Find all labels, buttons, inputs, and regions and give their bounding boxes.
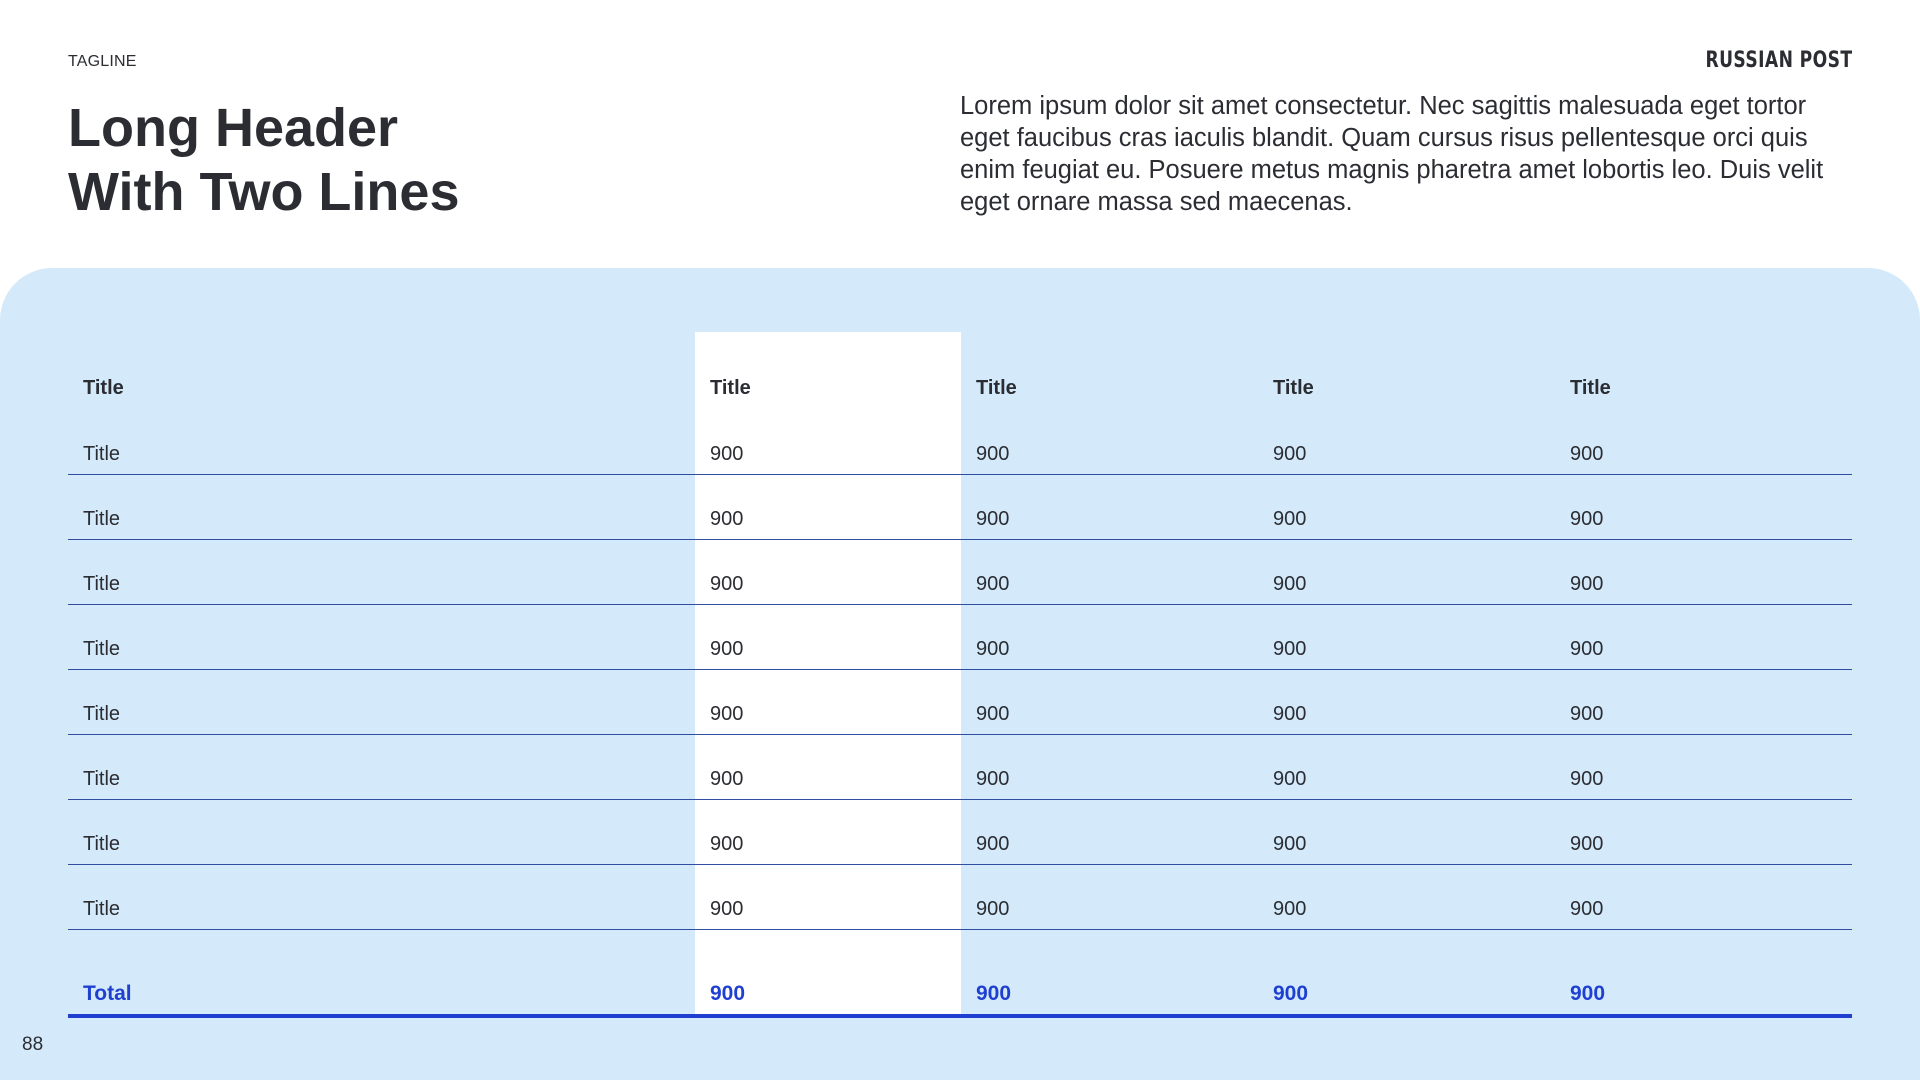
total-value: 900 — [976, 982, 1012, 1005]
table-cell: 900 — [976, 833, 1010, 855]
row-label: Title — [83, 638, 121, 660]
table-row: Title 900 900 900 900 — [68, 410, 1852, 475]
table-cell: 900 — [1273, 703, 1307, 725]
row-label: Title — [83, 833, 121, 855]
total-value: 900 — [1570, 982, 1606, 1005]
total-value: 900 — [710, 982, 746, 1005]
table-cell: 900 — [1273, 768, 1307, 790]
table-row: Title 900 900 900 900 — [68, 475, 1852, 540]
table-cell: 900 — [710, 443, 744, 465]
column-header: Title — [710, 377, 751, 399]
table-cell: 900 — [1570, 638, 1604, 660]
table-cell: 900 — [1273, 508, 1307, 530]
table-cell: 900 — [976, 638, 1010, 660]
row-label: Title — [83, 443, 121, 465]
table-total-row: Total 900 900 900 900 — [68, 930, 1852, 1018]
table-cell: 900 — [1570, 703, 1604, 725]
table-row: Title 900 900 900 900 — [68, 670, 1852, 735]
table-cell: 900 — [976, 898, 1010, 920]
data-table: Title Title Title Title Title Title 900 … — [68, 360, 1852, 1018]
table-cell: 900 — [710, 508, 744, 530]
row-label: Title — [83, 703, 121, 725]
table-cell: 900 — [1570, 443, 1604, 465]
table-cell: 900 — [710, 573, 744, 595]
column-header: Title — [83, 377, 124, 399]
table-row: Title 900 900 900 900 — [68, 865, 1852, 930]
table-cell: 900 — [710, 638, 744, 660]
table-cell: 900 — [710, 833, 744, 855]
tagline: TAGLINE — [68, 53, 137, 70]
row-label: Title — [83, 768, 121, 790]
title-line-1: Long Header — [68, 98, 399, 158]
table-row: Title 900 900 900 900 — [68, 605, 1852, 670]
total-value: 900 — [1273, 982, 1309, 1005]
table-cell: 900 — [1273, 573, 1307, 595]
column-header: Title — [976, 377, 1017, 399]
intro-paragraph: Lorem ipsum dolor sit amet consectetur. … — [960, 92, 1824, 216]
row-label: Title — [83, 573, 121, 595]
table-row: Title 900 900 900 900 — [68, 540, 1852, 605]
table-cell: 900 — [1273, 898, 1307, 920]
column-header: Title — [1570, 377, 1611, 399]
brand-logo: RUSSIAN POST — [1704, 48, 1852, 73]
table-cell: 900 — [1570, 508, 1604, 530]
table-cell: 900 — [1273, 833, 1307, 855]
table-cell: 900 — [976, 508, 1010, 530]
table-cell: 900 — [1273, 443, 1307, 465]
page-title: Long Header With Two Lines — [68, 96, 668, 224]
table-cell: 900 — [1570, 898, 1604, 920]
table-cell: 900 — [976, 768, 1010, 790]
table-cell: 900 — [976, 703, 1010, 725]
total-label: Total — [83, 982, 132, 1005]
table-cell: 900 — [710, 898, 744, 920]
column-header: Title — [1273, 377, 1314, 399]
table-cell: 900 — [710, 768, 744, 790]
row-label: Title — [83, 508, 121, 530]
table-cell: 900 — [976, 443, 1010, 465]
table-cell: 900 — [1273, 638, 1307, 660]
table-cell: 900 — [976, 573, 1010, 595]
title-line-2: With Two Lines — [68, 162, 460, 222]
slide: TAGLINE RUSSIAN POST Long Header With Tw… — [0, 0, 1920, 1080]
table-row: Title 900 900 900 900 — [68, 735, 1852, 800]
page-number: 88 — [22, 1034, 44, 1055]
table-header-row: Title Title Title Title Title — [68, 360, 1852, 410]
table-cell: 900 — [710, 703, 744, 725]
table-cell: 900 — [1570, 833, 1604, 855]
row-label: Title — [83, 898, 121, 920]
table-cell: 900 — [1570, 768, 1604, 790]
table-cell: 900 — [1570, 573, 1604, 595]
table-row: Title 900 900 900 900 — [68, 800, 1852, 865]
